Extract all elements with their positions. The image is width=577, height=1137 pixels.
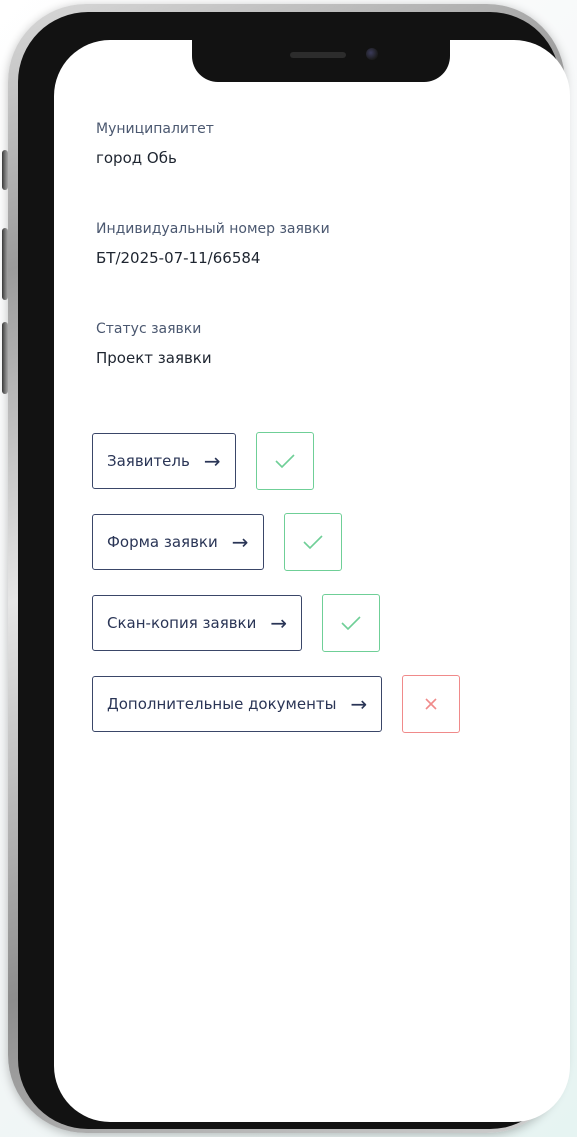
applicant-status-complete [255,432,314,490]
phone-bezel: Муниципалитет город Обь Индивидуальный н… [18,12,570,1129]
application-form-button-label: Форма заявки [107,533,218,551]
section-row-applicant: Заявитель → [92,430,460,492]
application-form-button[interactable]: Форма заявки → [92,514,264,570]
arrow-right-icon: → [203,449,221,473]
cross-icon [425,698,437,710]
application-status-value: Проект заявки [96,349,212,367]
front-camera-icon [366,48,378,60]
additional-documents-status-incomplete [402,675,461,733]
section-row-scan-copy: Скан-копия заявки → [92,592,460,654]
phone-screen: Муниципалитет город Обь Индивидуальный н… [54,40,570,1122]
check-icon [275,454,295,469]
section-list: Заявитель → Форма заявки → Скан-копия за… [92,430,461,754]
check-icon [341,616,361,631]
device-mockup: Муниципалитет город Обь Индивидуальный н… [0,0,577,1137]
municipality-field: Муниципалитет город Обь [96,120,550,168]
scan-copy-button-label: Скан-копия заявки [107,614,257,632]
section-row-additional-documents: Дополнительные документы → [92,673,461,735]
application-number-field: Индивидуальный номер заявки БТ/2025-07-1… [96,220,550,268]
arrow-right-icon: → [231,530,249,554]
scan-copy-status-complete [322,594,381,652]
scan-copy-button[interactable]: Скан-копия заявки → [92,595,303,651]
notch [192,40,450,82]
municipality-value: город Обь [96,149,177,167]
application-status-field: Статус заявки Проект заявки [96,320,550,368]
arrow-right-icon: → [350,692,368,716]
speaker-grille [290,52,346,58]
additional-documents-button[interactable]: Дополнительные документы → [92,676,383,732]
application-number-value: БТ/2025-07-11/66584 [96,249,261,267]
application-number-label: Индивидуальный номер заявки [96,221,330,237]
additional-documents-button-label: Дополнительные документы [107,695,337,713]
applicant-button[interactable]: Заявитель → [92,433,236,489]
check-icon [302,535,323,550]
municipality-label: Муниципалитет [96,121,214,137]
application-form-status-complete [283,513,342,571]
application-details: Муниципалитет город Обь Индивидуальный н… [96,120,550,420]
applicant-button-label: Заявитель [107,452,190,470]
arrow-right-icon: → [270,611,288,635]
application-status-label: Статус заявки [96,321,202,337]
section-row-application-form: Форма заявки → [92,511,460,573]
